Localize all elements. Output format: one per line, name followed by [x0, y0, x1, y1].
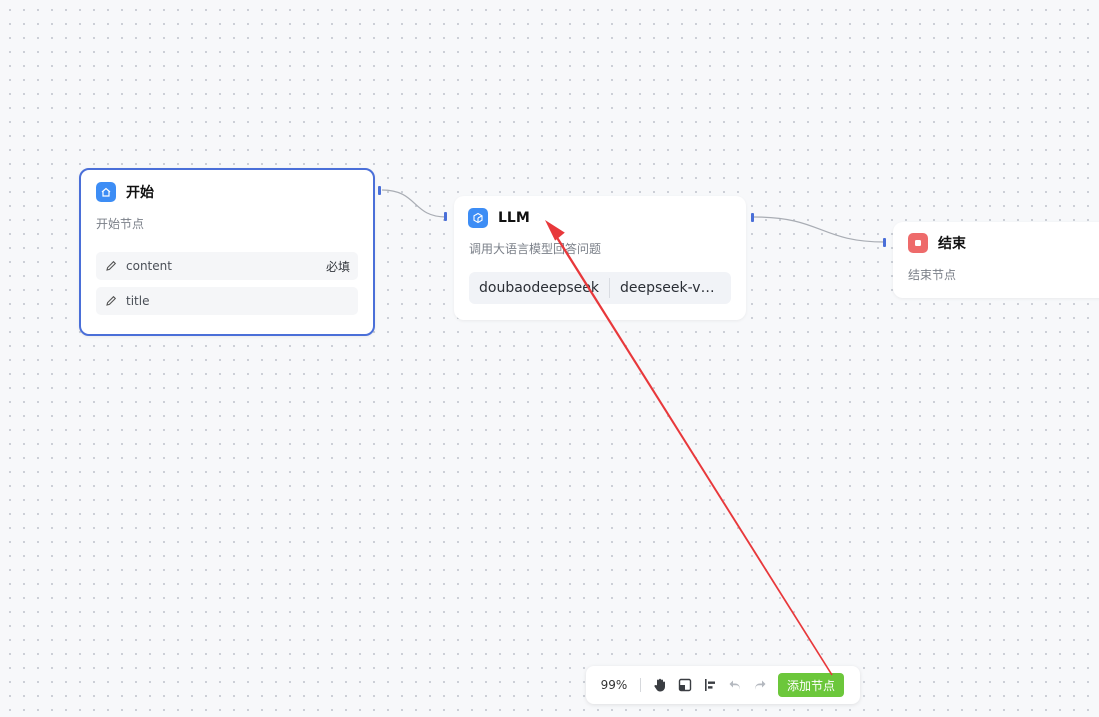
- model-selector[interactable]: doubaodeepseek deepseek-v3-1-…: [469, 272, 731, 304]
- canvas-toolbar: 99% 添加节点: [586, 666, 860, 704]
- edge-start-llm: [381, 189, 447, 218]
- start-node[interactable]: 开始 开始节点 content 必填 title: [79, 168, 375, 336]
- toolbar-divider: [640, 678, 641, 692]
- home-icon: [96, 182, 116, 202]
- edge-llm-end: [753, 216, 886, 243]
- align-icon[interactable]: [699, 674, 721, 696]
- field-row-content[interactable]: content 必填: [96, 252, 358, 280]
- required-badge: 必填: [325, 259, 350, 274]
- end-node-desc: 结束节点: [908, 268, 957, 282]
- llm-output-port[interactable]: [751, 213, 754, 222]
- undo-icon[interactable]: [724, 674, 746, 696]
- pencil-icon: [106, 260, 117, 271]
- field-row-title[interactable]: title: [96, 287, 358, 315]
- model-provider: doubaodeepseek: [479, 280, 599, 296]
- end-node[interactable]: 结束 结束节点: [893, 222, 1099, 298]
- cube-icon: [468, 208, 488, 228]
- annotation-arrow: [545, 220, 833, 676]
- start-output-port[interactable]: [378, 186, 381, 195]
- redo-icon[interactable]: [749, 674, 771, 696]
- field-name: title: [126, 294, 150, 308]
- minimap-icon[interactable]: [674, 674, 696, 696]
- edges-layer: [381, 189, 886, 243]
- llm-node-title: LLM: [498, 210, 530, 226]
- stop-icon: [908, 233, 928, 253]
- model-name: deepseek-v3-1-…: [619, 280, 731, 296]
- hand-icon[interactable]: [649, 674, 671, 696]
- llm-input-port[interactable]: [444, 212, 447, 221]
- pencil-icon: [106, 295, 117, 306]
- zoom-level[interactable]: 99%: [596, 678, 632, 692]
- start-node-title: 开始: [126, 185, 154, 201]
- llm-node[interactable]: LLM 调用大语言模型回答问题 doubaodeepseek deepseek-…: [454, 196, 746, 320]
- end-input-port[interactable]: [883, 238, 886, 247]
- llm-node-desc: 调用大语言模型回答问题: [469, 242, 602, 256]
- field-name: content: [126, 259, 172, 273]
- start-node-desc: 开始节点: [96, 217, 145, 231]
- end-node-title: 结束: [938, 236, 966, 252]
- add-node-button[interactable]: 添加节点: [778, 673, 845, 697]
